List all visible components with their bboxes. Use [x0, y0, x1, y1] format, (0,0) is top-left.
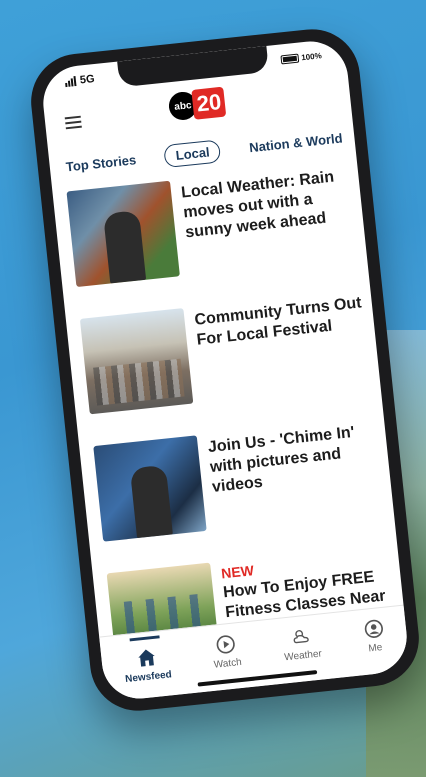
nav-weather[interactable]: Weather: [281, 623, 322, 663]
nav-newsfeed[interactable]: Newsfeed: [121, 634, 172, 685]
battery-label: 100%: [300, 50, 323, 62]
story-thumbnail: [79, 308, 194, 415]
battery-icon: [279, 53, 299, 64]
play-icon: [216, 634, 235, 654]
nav-label: Me: [367, 641, 383, 655]
network-label: 5G: [79, 73, 96, 87]
story-card[interactable]: Join Us - 'Chime In' with pictures and v…: [93, 417, 385, 556]
station-logo[interactable]: abc 20: [167, 86, 227, 123]
weather-icon: [293, 629, 309, 643]
phone-mockup: 5G 100% abc 20 Top Stories Local Nation …: [0, 0, 426, 777]
story-title: Join Us - 'Chime In' with pictures and v…: [207, 423, 356, 496]
nav-me[interactable]: Me: [361, 616, 387, 654]
nav-label: Watch: [213, 656, 243, 671]
tab-local[interactable]: Local: [163, 138, 222, 168]
tab-nation-world[interactable]: Nation & World: [242, 125, 349, 159]
phone-frame: 5G 100% abc 20 Top Stories Local Nation …: [26, 24, 424, 716]
nav-watch[interactable]: Watch: [211, 632, 243, 671]
tab-top-stories[interactable]: Top Stories: [59, 147, 143, 179]
nav-label: Weather: [283, 647, 323, 663]
app-screen: 5G 100% abc 20 Top Stories Local Nation …: [39, 37, 411, 703]
story-thumbnail: [93, 435, 207, 542]
nav-label: Newsfeed: [124, 668, 173, 685]
hamburger-menu-icon[interactable]: [64, 115, 82, 133]
home-icon: [138, 649, 155, 667]
story-title: Local Weather: Rain moves out with a sun…: [180, 168, 335, 242]
story-card[interactable]: Local Weather: Rain moves out with a sun…: [66, 162, 358, 301]
channel-number: 20: [191, 86, 227, 120]
signal-icon: [65, 76, 77, 88]
story-card[interactable]: Community Turns Out For Local Festival: [79, 289, 372, 428]
story-title: Community Turns Out For Local Festival: [193, 294, 363, 349]
story-thumbnail: [66, 180, 180, 288]
profile-icon: [364, 619, 383, 638]
